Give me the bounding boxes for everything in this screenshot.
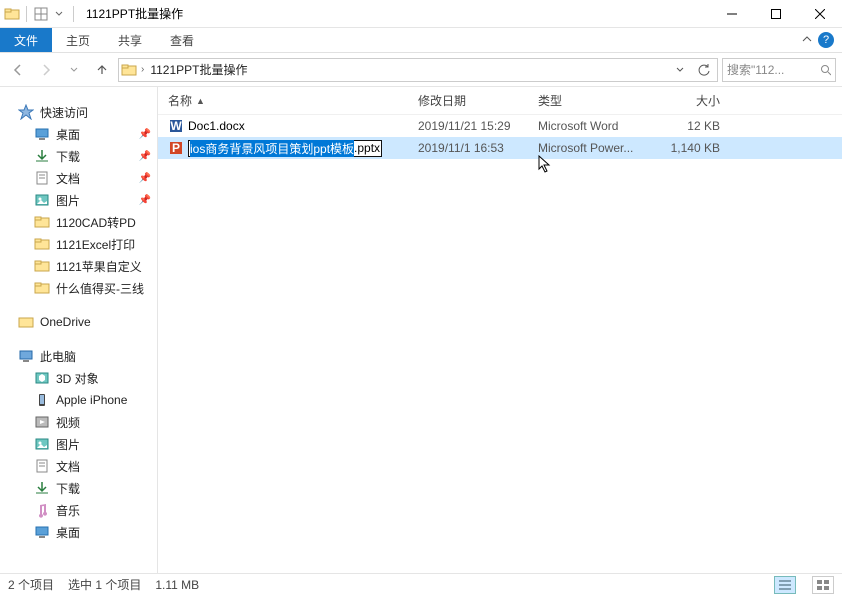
close-button[interactable] bbox=[798, 0, 842, 28]
search-box[interactable] bbox=[722, 58, 836, 82]
nav-item[interactable]: 1120CAD转PD bbox=[0, 211, 157, 233]
view-details-button[interactable] bbox=[774, 576, 796, 594]
folder-icon bbox=[34, 280, 50, 296]
nav-item[interactable]: 文档 bbox=[0, 455, 157, 477]
view-large-icons-button[interactable] bbox=[812, 576, 834, 594]
col-size[interactable]: 大小 bbox=[650, 92, 720, 109]
refresh-button[interactable] bbox=[693, 59, 715, 81]
cloud-icon bbox=[18, 314, 34, 330]
nav-item[interactable]: 下载 bbox=[0, 477, 157, 499]
rename-input[interactable]: ios商务背景风项目策划ppt模板.pptx bbox=[188, 140, 382, 157]
chevron-down-icon[interactable] bbox=[51, 6, 67, 22]
nav-item[interactable]: 下载📌 bbox=[0, 145, 157, 167]
star-icon bbox=[18, 104, 34, 120]
nav-item[interactable]: Apple iPhone bbox=[0, 389, 157, 411]
music-icon bbox=[34, 502, 50, 518]
folder-icon bbox=[34, 214, 50, 230]
folder-icon bbox=[121, 62, 137, 78]
status-selected: 选中 1 个项目 bbox=[68, 576, 141, 593]
pin-icon: 📌 bbox=[139, 195, 151, 206]
ribbon: 文件 主页 共享 查看 ? bbox=[0, 28, 842, 53]
nav-this-pc[interactable]: 此电脑 bbox=[0, 345, 157, 367]
up-button[interactable] bbox=[90, 58, 114, 82]
word-icon: W bbox=[168, 118, 184, 134]
title-bar: 1121PPT批量操作 bbox=[0, 0, 842, 28]
folder-icon bbox=[34, 236, 50, 252]
pin-icon: 📌 bbox=[139, 173, 151, 184]
desktop-icon bbox=[34, 524, 50, 540]
navigation-pane: 快速访问 桌面📌下载📌文档📌图片📌1120CAD转PD1121Excel打印11… bbox=[0, 87, 158, 573]
pictures-icon bbox=[34, 192, 50, 208]
file-row[interactable]: WDoc1.docx2019/11/21 15:29Microsoft Word… bbox=[158, 115, 842, 137]
tab-share[interactable]: 共享 bbox=[104, 28, 156, 52]
svg-text:P: P bbox=[172, 141, 180, 155]
desktop-icon bbox=[34, 126, 50, 142]
tab-home[interactable]: 主页 bbox=[52, 28, 104, 52]
tab-file[interactable]: 文件 bbox=[0, 28, 52, 52]
tab-view[interactable]: 查看 bbox=[156, 28, 208, 52]
nav-item[interactable]: 桌面 bbox=[0, 521, 157, 543]
nav-item[interactable]: 1121Excel打印 bbox=[0, 233, 157, 255]
downloads-icon bbox=[34, 148, 50, 164]
breadcrumb-item[interactable]: 1121PPT批量操作 bbox=[148, 61, 249, 78]
status-count: 2 个项目 bbox=[8, 576, 54, 593]
nav-item[interactable]: 桌面📌 bbox=[0, 123, 157, 145]
nav-item[interactable]: 音乐 bbox=[0, 499, 157, 521]
nav-item[interactable]: 文档📌 bbox=[0, 167, 157, 189]
address-dropdown[interactable] bbox=[669, 59, 691, 81]
3d-icon bbox=[34, 370, 50, 386]
status-size: 1.11 MB bbox=[155, 578, 199, 592]
address-bar[interactable]: › 1121PPT批量操作 bbox=[118, 58, 718, 82]
chevron-right-icon[interactable]: › bbox=[141, 64, 144, 75]
back-button[interactable] bbox=[6, 58, 30, 82]
qat-properties-icon[interactable] bbox=[33, 6, 49, 22]
pc-icon bbox=[18, 348, 34, 364]
file-list: 名称▲ 修改日期 类型 大小 WDoc1.docx2019/11/21 15:2… bbox=[158, 87, 842, 573]
ppt-icon: P bbox=[168, 140, 184, 156]
nav-item[interactable]: 1121苹果自定义 bbox=[0, 255, 157, 277]
col-name[interactable]: 名称▲ bbox=[168, 92, 418, 109]
documents-icon bbox=[34, 170, 50, 186]
svg-text:W: W bbox=[170, 119, 182, 133]
sort-asc-icon: ▲ bbox=[196, 96, 205, 106]
address-row: › 1121PPT批量操作 bbox=[0, 53, 842, 87]
nav-item[interactable]: 视频 bbox=[0, 411, 157, 433]
recent-dropdown[interactable] bbox=[62, 58, 86, 82]
minimize-button[interactable] bbox=[710, 0, 754, 28]
documents-icon bbox=[34, 458, 50, 474]
nav-item[interactable]: 图片 bbox=[0, 433, 157, 455]
nav-onedrive[interactable]: OneDrive bbox=[0, 311, 157, 333]
nav-item[interactable]: 3D 对象 bbox=[0, 367, 157, 389]
downloads-icon bbox=[34, 480, 50, 496]
col-date[interactable]: 修改日期 bbox=[418, 92, 538, 109]
window-title: 1121PPT批量操作 bbox=[86, 5, 183, 22]
nav-quick-access[interactable]: 快速访问 bbox=[0, 101, 157, 123]
folder-icon bbox=[34, 258, 50, 274]
forward-button[interactable] bbox=[34, 58, 58, 82]
search-input[interactable] bbox=[727, 63, 820, 77]
col-type[interactable]: 类型 bbox=[538, 92, 650, 109]
nav-item[interactable]: 图片📌 bbox=[0, 189, 157, 211]
help-button[interactable]: ? bbox=[818, 32, 834, 48]
collapse-ribbon-icon[interactable] bbox=[802, 34, 812, 44]
file-row[interactable]: Pios商务背景风项目策划ppt模板.pptx2019/11/1 16:53Mi… bbox=[158, 137, 842, 159]
pictures-icon bbox=[34, 436, 50, 452]
pin-icon: 📌 bbox=[139, 151, 151, 162]
videos-icon bbox=[34, 414, 50, 430]
pin-icon: 📌 bbox=[139, 129, 151, 140]
folder-icon bbox=[4, 6, 20, 22]
status-bar: 2 个项目 选中 1 个项目 1.11 MB bbox=[0, 573, 842, 595]
phone-icon bbox=[34, 392, 50, 408]
search-icon bbox=[820, 64, 831, 76]
maximize-button[interactable] bbox=[754, 0, 798, 28]
column-headers: 名称▲ 修改日期 类型 大小 bbox=[158, 87, 842, 115]
nav-item[interactable]: 什么值得买-三线 bbox=[0, 277, 157, 299]
